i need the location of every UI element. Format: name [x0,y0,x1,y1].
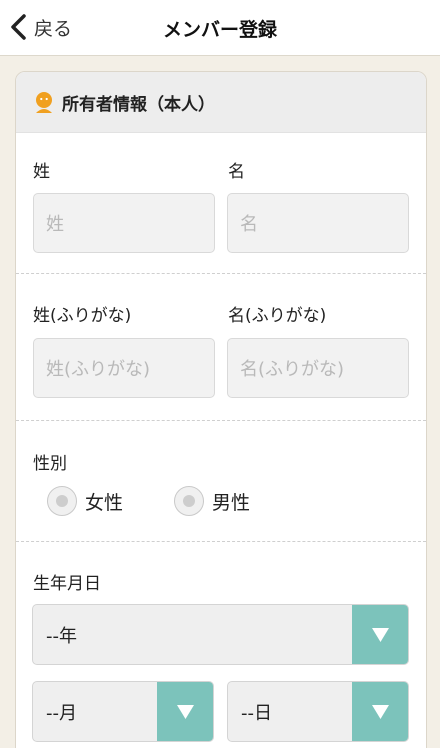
gender-option-female-label: 女性 [85,491,124,514]
last-name-kana-input[interactable]: 姓(ふりがな) [33,338,215,398]
dropdown-arrow[interactable] [352,682,408,741]
last-name-kana-label: 姓(ふりがな) [33,306,132,326]
owner-info-card: 所有者情報（本人） 姓 名 姓 名 姓(ふりがな) 名(ふりがな) 姓(ふりがな… [15,71,427,748]
last-name-input[interactable]: 姓 [33,193,215,253]
first-name-kana-input[interactable]: 名(ふりがな) [227,338,409,398]
radio-dot [183,495,195,507]
navigation-bar: 戻る メンバー登録 [0,0,440,56]
birthdate-label: 生年月日 [33,574,101,594]
triangle-down-icon [371,704,389,719]
first-name-label: 名 [228,162,245,182]
birth-month-value: --月 [46,702,77,724]
dropdown-arrow[interactable] [157,682,213,741]
birth-month-select[interactable]: --月 [32,681,214,742]
birth-day-value: --日 [241,702,272,724]
gender-radio-female[interactable]: 女性 [47,486,123,516]
last-name-label: 姓 [33,162,50,182]
page-title: メンバー登録 [162,19,277,41]
radio-dot [56,495,68,507]
first-name-kana-label: 名(ふりがな) [228,306,327,326]
divider [16,420,426,421]
person-icon [36,92,52,113]
radio-circle[interactable] [174,486,204,516]
first-name-input[interactable]: 名 [227,193,409,253]
gender-radio-male[interactable]: 男性 [174,486,250,516]
radio-circle[interactable] [47,486,77,516]
triangle-down-icon [371,627,389,642]
card-header: 所有者情報（本人） [16,72,426,133]
gender-label: 性別 [33,454,67,474]
triangle-down-icon [176,704,194,719]
section-title: 所有者情報（本人） [62,94,215,115]
divider [16,541,426,542]
divider [16,273,426,274]
birth-year-value: --年 [46,625,77,647]
birth-day-select[interactable]: --日 [227,681,409,742]
gender-option-male-label: 男性 [212,491,251,514]
birth-year-select[interactable]: --年 [32,604,409,665]
dropdown-arrow[interactable] [352,605,408,664]
